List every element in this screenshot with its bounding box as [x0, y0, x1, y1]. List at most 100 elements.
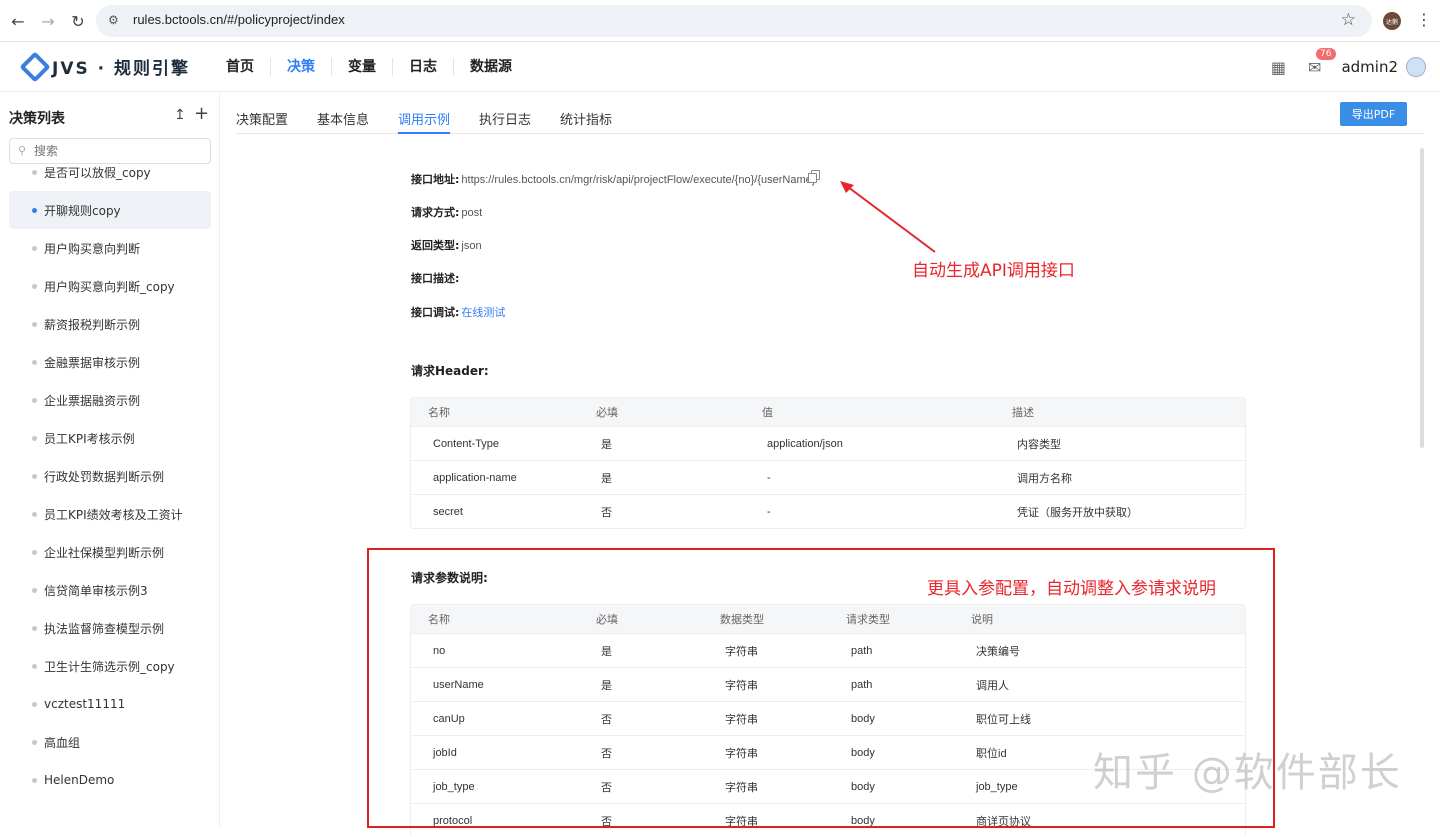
address-bar[interactable]: ⚙ rules.bctools.cn/#/policyproject/index… [96, 5, 1372, 37]
list-item-label: 用户购买意向判断 [44, 241, 141, 256]
api-method-value: post [461, 207, 483, 219]
list-item[interactable]: 执法监督筛查模型示例 [9, 609, 211, 647]
table-cell: - [767, 471, 771, 484]
list-item[interactable]: 信贷简单审核示例3 [9, 571, 211, 609]
nav-home[interactable]: 首页 [210, 58, 271, 76]
list-item-label: 高血组 [44, 735, 81, 750]
list-item[interactable]: 行政处罚数据判断示例 [9, 457, 211, 495]
api-debug-row: 接口调试: 在线测试 [411, 304, 505, 320]
tab-decision-config[interactable]: 决策配置 [236, 109, 288, 128]
list-item[interactable]: 金融票据审核示例 [9, 343, 211, 381]
list-item[interactable]: 是否可以放假_copy [9, 153, 211, 191]
list-item[interactable]: 员工KPI绩效考核及工资计 [9, 495, 211, 533]
column-header: 值 [762, 406, 773, 419]
tab-bar: 决策配置 基本信息 调用示例 执行日志 统计指标 [236, 100, 1424, 134]
nav-variable[interactable]: 变量 [332, 58, 393, 76]
table-header: 名称 必填 值 描述 [411, 398, 1245, 426]
list-item[interactable]: vcztest11111 [9, 685, 211, 723]
upload-icon[interactable]: ↥ [174, 107, 186, 123]
list-item[interactable]: 企业票据融资示例 [9, 381, 211, 419]
table-cell: 内容类型 [1017, 438, 1061, 451]
list-item[interactable]: 企业社保模型判断示例 [9, 533, 211, 571]
notification-badge: 76 [1316, 47, 1336, 60]
apps-grid-icon[interactable]: ▦ [1271, 58, 1286, 77]
app-header: JVS · 规则引擎 首页 决策 变量 日志 数据源 ▦ ✉ 76 admin2 [0, 42, 1440, 92]
table-cell: 调用方名称 [1017, 472, 1072, 485]
list-item-label: 企业社保模型判断示例 [44, 545, 165, 560]
header-right: ▦ ✉ 76 admin2 [1271, 42, 1426, 92]
copy-icon[interactable] [808, 170, 820, 183]
back-icon[interactable]: ← [8, 11, 28, 31]
site-settings-icon[interactable]: ⚙ [108, 13, 119, 27]
list-item[interactable]: 用户购买意向判断_copy [9, 267, 211, 305]
tab-basic-info[interactable]: 基本信息 [317, 109, 369, 128]
bullet-dot [32, 360, 37, 365]
list-item[interactable]: 高血组 [9, 723, 211, 761]
nav-log[interactable]: 日志 [393, 58, 454, 76]
bullet-dot [32, 588, 37, 593]
user-avatar[interactable] [1406, 57, 1426, 77]
bullet-dot [32, 550, 37, 555]
header-section-title: 请求Header: [411, 364, 489, 378]
list-item-label: vcztest11111 [44, 697, 126, 711]
list-item-label: 开聊规则copy [44, 203, 121, 218]
sidebar-title: 决策列表 [9, 111, 65, 127]
column-header: 必填 [596, 406, 618, 419]
reload-icon[interactable]: ↻ [68, 11, 88, 31]
notification-icon[interactable]: ✉ 76 [1308, 47, 1336, 77]
scrollbar[interactable] [1420, 148, 1424, 448]
api-method-row: 请求方式: post [411, 204, 482, 220]
bullet-dot [32, 702, 37, 707]
bullet-dot [32, 512, 37, 517]
browser-menu-icon[interactable]: ⋮ [1416, 10, 1432, 29]
table-cell: secret [433, 505, 463, 518]
logo[interactable]: JVS · 规则引擎 [19, 50, 190, 83]
list-item-label: 金融票据审核示例 [44, 355, 141, 370]
bullet-dot [32, 778, 37, 783]
logo-icon [19, 50, 51, 83]
list-item[interactable]: 用户购买意向判断 [9, 229, 211, 267]
list-item[interactable]: HelenDemo [9, 761, 211, 799]
browser-toolbar: ← → ↻ ⚙ rules.bctools.cn/#/policyproject… [0, 0, 1440, 42]
list-item[interactable]: 员工KPI考核示例 [9, 419, 211, 457]
header-table: 名称 必填 值 描述 Content-Type 是 application/json 内容类型… [410, 397, 1246, 529]
api-return-value: json [461, 240, 482, 252]
add-icon[interactable]: + [194, 103, 209, 124]
top-nav: 首页 决策 变量 日志 数据源 [210, 42, 528, 92]
bullet-dot [32, 398, 37, 403]
decision-list: 是否可以放假_copy 开聊规则copy 用户购买意向判断用户购买意向判断_copy… [9, 153, 211, 799]
table-cell: application-name [433, 471, 517, 484]
api-annotation: 自动生成API调用接口 [912, 261, 1075, 281]
list-item[interactable]: 卫生计生筛选示例_copy [9, 647, 211, 685]
api-return-row: 返回类型: json [411, 237, 482, 253]
list-item-label: 员工KPI考核示例 [44, 431, 135, 446]
table-row: Content-Type 是 application/json 内容类型 [411, 426, 1245, 460]
nav-decision[interactable]: 决策 [271, 58, 332, 76]
sidebar: 决策列表 ↥ + ⚲ 是否可以放假_copy开聊规则copy用户购买意向判断用户… [0, 93, 220, 828]
list-item[interactable]: 薪资报税判断示例 [9, 305, 211, 343]
watermark: 知乎 @软件部长 [1093, 750, 1402, 796]
list-item[interactable]: 开聊规则copy [9, 191, 211, 229]
profile-avatar[interactable]: 达鹅 [1383, 12, 1401, 30]
list-item-label: 员工KPI绩效考核及工资计 [44, 507, 183, 522]
table-cell: application/json [767, 437, 843, 450]
online-test-link[interactable]: 在线测试 [461, 306, 505, 319]
bullet-dot [32, 246, 37, 251]
table-cell: - [767, 505, 771, 518]
list-item-label: 是否可以放假_copy [44, 165, 151, 180]
tab-exec-log[interactable]: 执行日志 [479, 109, 531, 128]
url-text[interactable]: rules.bctools.cn/#/policyproject/index [133, 12, 345, 27]
export-pdf-button[interactable]: 导出PDF [1340, 102, 1407, 126]
nav-datasource[interactable]: 数据源 [454, 58, 528, 76]
column-header: 描述 [1012, 406, 1034, 419]
table-cell: 凭证（服务开放中获取） [1017, 506, 1138, 519]
username[interactable]: admin2 [1341, 58, 1398, 76]
tab-statistics[interactable]: 统计指标 [560, 109, 612, 128]
api-method-label: 请求方式: [411, 206, 460, 219]
column-header: 名称 [428, 406, 450, 419]
bookmark-star-icon[interactable]: ☆ [1341, 10, 1356, 30]
api-address-row: 接口地址: https://rules.bctools.cn/mgr/risk/a… [411, 171, 815, 187]
tab-call-example[interactable]: 调用示例 [398, 109, 451, 134]
forward-icon[interactable]: → [38, 11, 58, 31]
api-return-label: 返回类型: [411, 239, 460, 252]
